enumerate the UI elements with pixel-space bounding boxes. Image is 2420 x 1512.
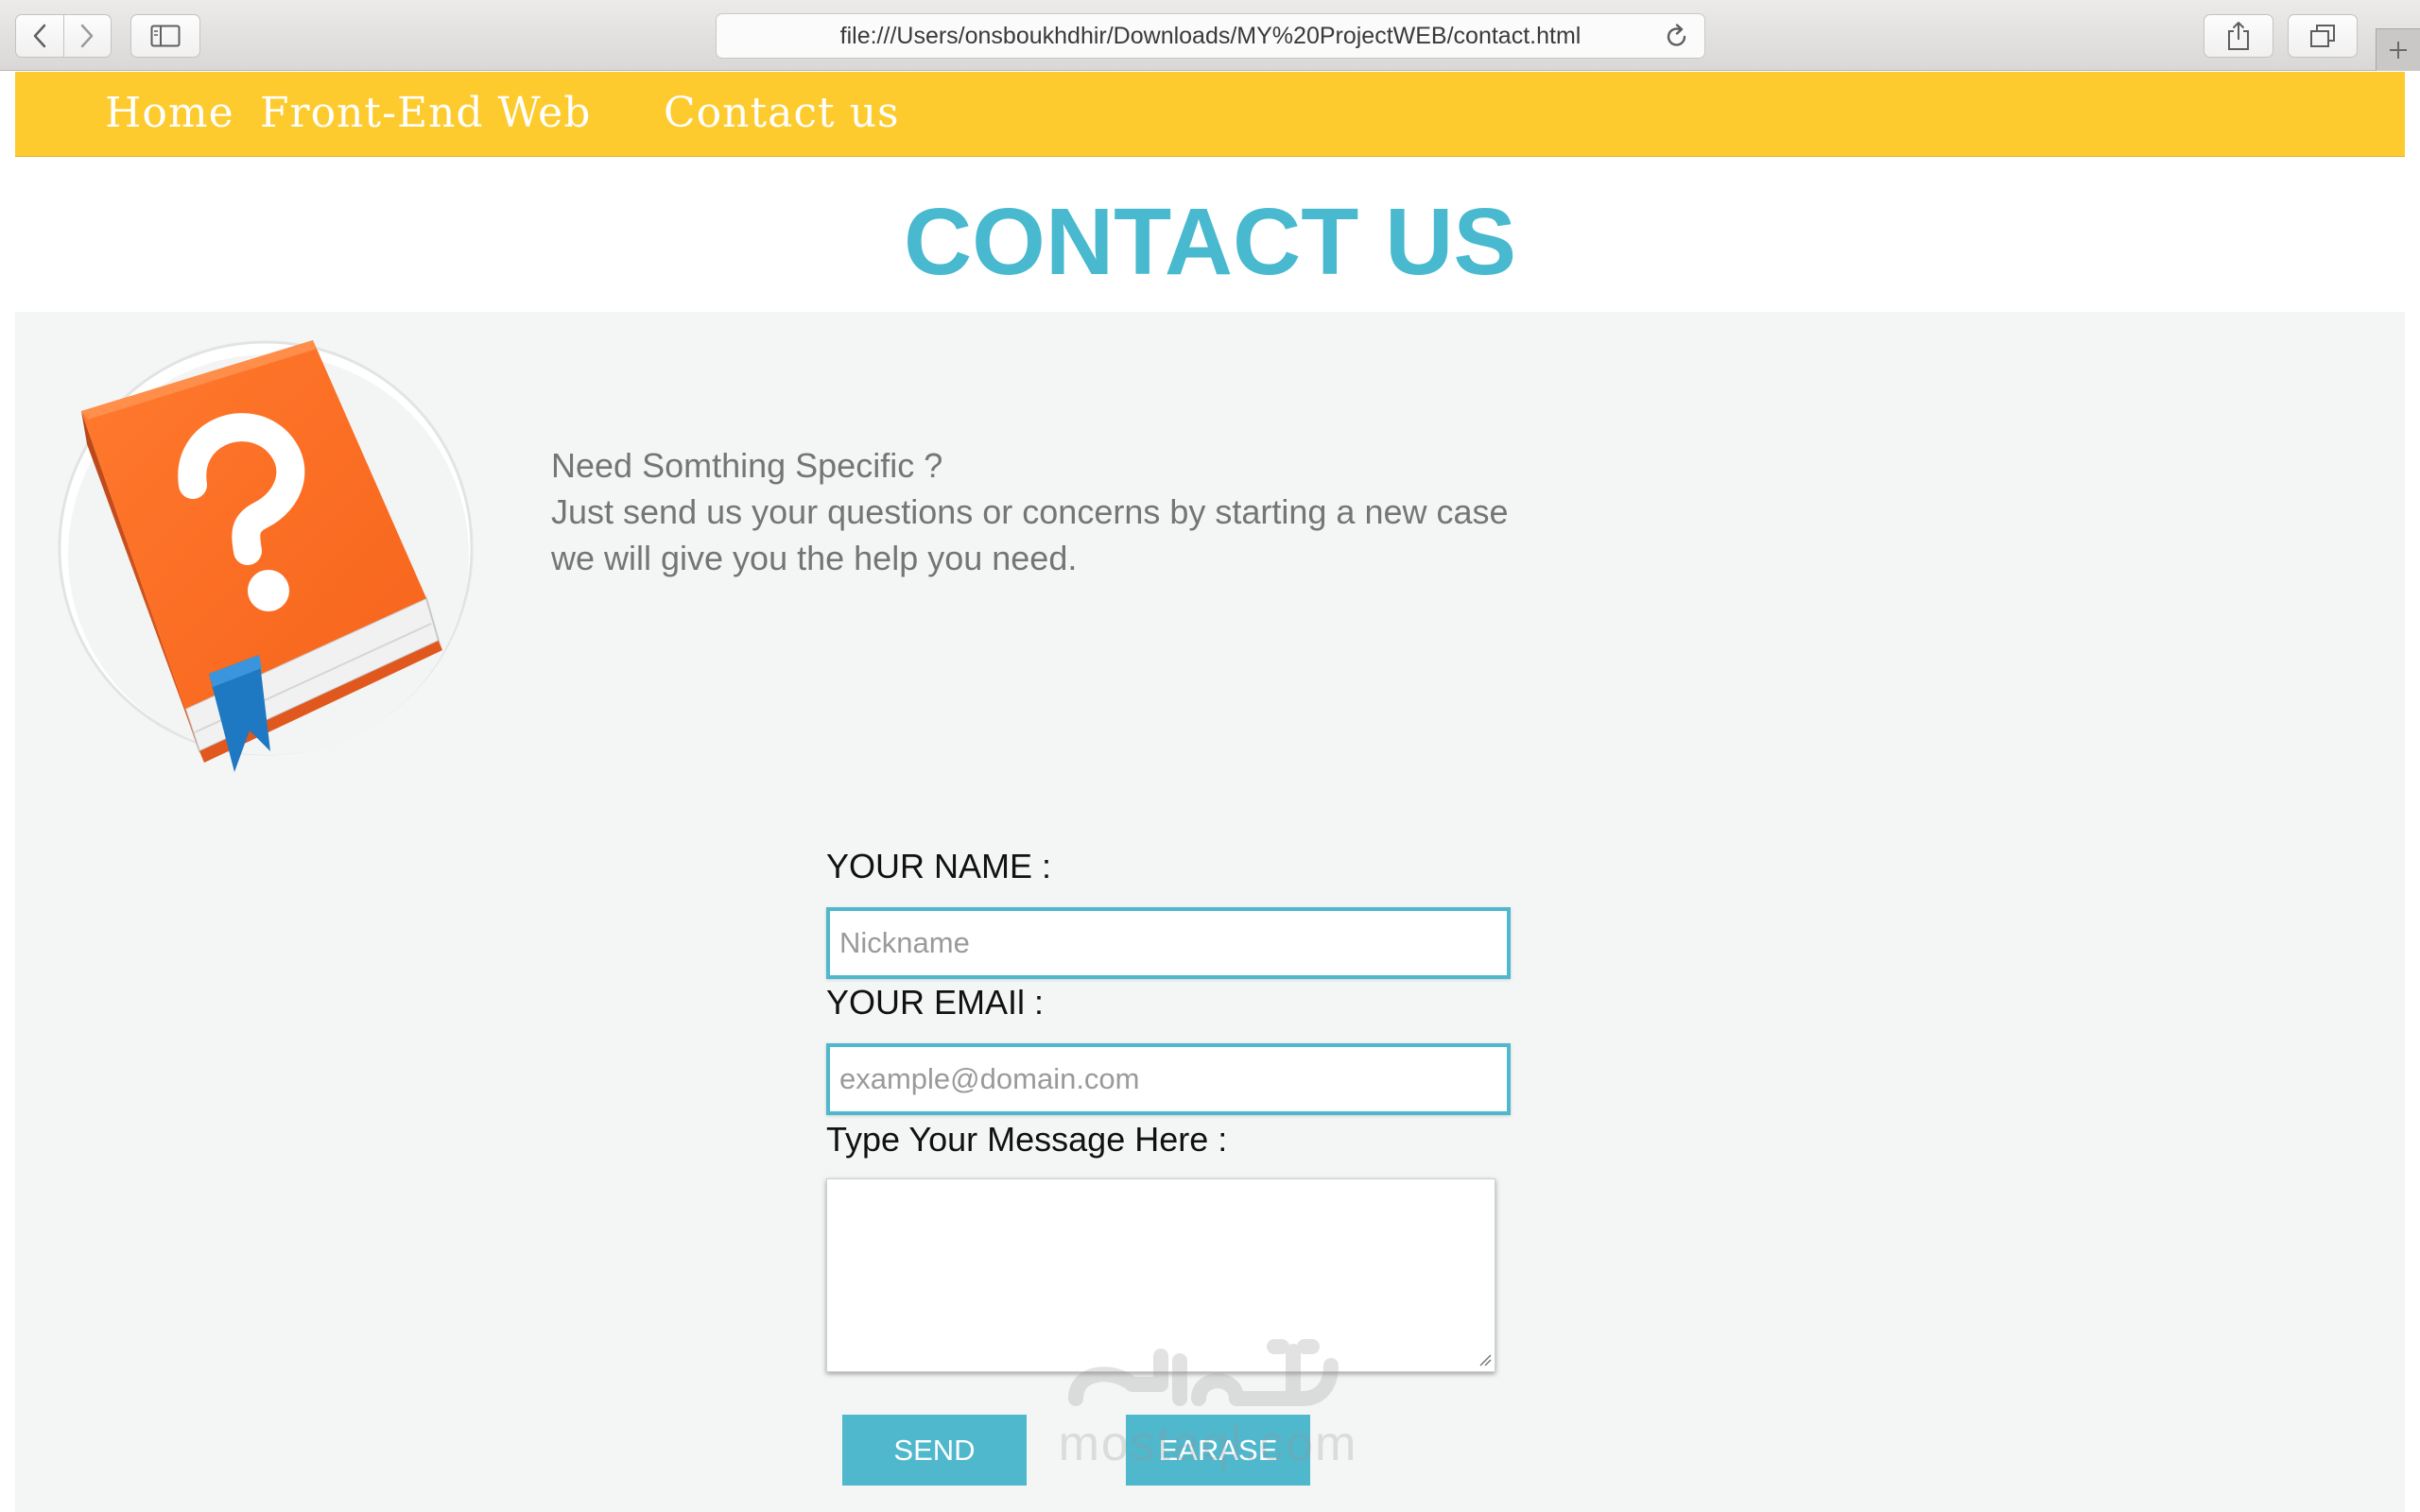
nav-link-home[interactable]: Home: [105, 89, 234, 137]
sidebar-toggle-button[interactable]: [130, 14, 200, 58]
name-label: YOUR NAME :: [826, 847, 1052, 885]
url-text: file:///Users/onsboukhdhir/Downloads/MY%…: [839, 22, 1582, 49]
resize-grip-icon[interactable]: [1478, 1353, 1492, 1366]
chevron-right-icon: [81, 24, 94, 48]
intro-text: Need Somthing Specific ? Just send us yo…: [551, 442, 1685, 581]
message-label: Type Your Message Here :: [826, 1120, 1228, 1159]
reload-button[interactable]: [1665, 24, 1689, 57]
new-tab-button[interactable]: [2376, 28, 2420, 71]
plus-icon: [2390, 42, 2407, 59]
send-button[interactable]: SEND: [842, 1415, 1027, 1486]
erase-button[interactable]: EARASE: [1126, 1415, 1310, 1486]
browser-toolbar: file:///Users/onsboukhdhir/Downloads/MY%…: [0, 0, 2420, 71]
history-nav-buttons: [15, 14, 112, 58]
nav-link-contact-us[interactable]: Contact us: [664, 89, 900, 137]
reload-icon: [1667, 24, 1686, 46]
message-textarea[interactable]: [826, 1178, 1495, 1372]
tabs-overview-button[interactable]: [2288, 14, 2358, 58]
chevron-left-icon: [33, 24, 45, 48]
email-label: YOUR EMAIl :: [826, 983, 1045, 1022]
email-input[interactable]: [826, 1043, 1511, 1115]
sidebar-icon: [150, 25, 181, 47]
question-book-icon: [58, 340, 474, 772]
nav-link-front-end-web[interactable]: Front-End Web: [260, 89, 591, 137]
intro-line: Just send us your questions or concerns …: [551, 492, 1509, 531]
name-input[interactable]: [826, 907, 1511, 979]
page-title: CONTACT US: [903, 189, 1517, 295]
address-bar[interactable]: file:///Users/onsboukhdhir/Downloads/MY%…: [716, 13, 1705, 59]
forward-button[interactable]: [62, 15, 112, 57]
share-icon: [2228, 22, 2249, 50]
intro-line: Need Somthing Specific ?: [551, 446, 943, 485]
tabs-icon: [2310, 25, 2335, 47]
back-button[interactable]: [16, 15, 63, 57]
share-button[interactable]: [2204, 14, 2273, 58]
site-navbar: Home Front-End Web Contact us: [15, 72, 2405, 157]
intro-line: we will give you the help you need.: [551, 539, 1078, 577]
